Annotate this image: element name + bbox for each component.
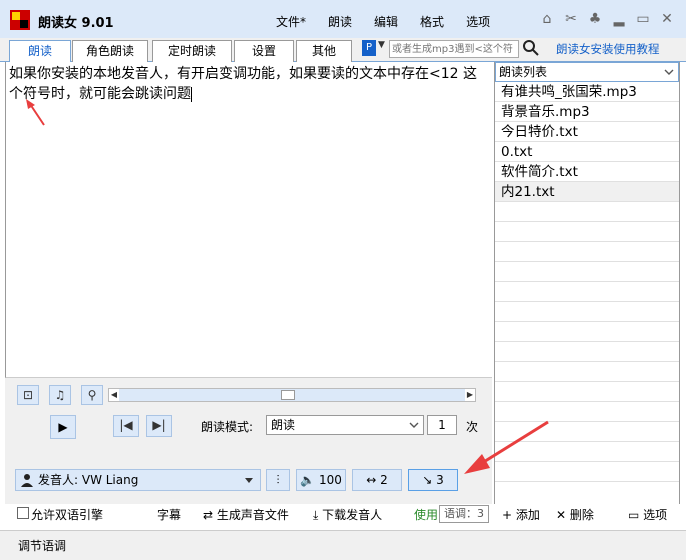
- tab-role-read[interactable]: 角色朗读: [72, 40, 148, 62]
- list-row-empty: [495, 282, 679, 302]
- app-title: 朗读女 9.01: [38, 16, 114, 31]
- tab-settings[interactable]: 设置: [234, 40, 294, 62]
- user-icon: [21, 474, 33, 487]
- annotation-arrow-icon: [464, 420, 549, 474]
- title-bar: 朗读女 9.01 文件* 朗读 编辑 格式 选项 ⌂ ✂ ♣ ▂ ▭ ✕: [0, 0, 686, 38]
- tab-read[interactable]: 朗读: [9, 40, 71, 63]
- list-item[interactable]: 今日特价.txt: [495, 122, 679, 142]
- maximize-icon[interactable]: ▭: [632, 9, 654, 29]
- add-button[interactable]: + 添加: [502, 506, 540, 523]
- menu-bar: 文件* 朗读 编辑 格式 选项: [276, 13, 512, 30]
- music-icon[interactable]: ♫: [49, 385, 71, 405]
- voice-select[interactable]: 发音人: VW Liang: [15, 469, 261, 491]
- next-button[interactable]: ▶|: [146, 415, 172, 437]
- slider-right-arrow-icon[interactable]: ▶: [465, 389, 475, 401]
- close-icon[interactable]: ✕: [656, 9, 678, 29]
- play-button[interactable]: ▶: [50, 415, 76, 439]
- list-row-empty: [495, 242, 679, 262]
- dual-engine-checkbox[interactable]: [17, 507, 29, 519]
- dropdown-arrow-icon[interactable]: ▼: [378, 40, 385, 50]
- dual-engine-label: 允许双语引擎: [31, 508, 104, 522]
- convert-icon: ⇄: [203, 508, 214, 522]
- list-row-empty: [495, 382, 679, 402]
- menu-format[interactable]: 格式: [420, 13, 444, 30]
- tab-other[interactable]: 其他: [296, 40, 352, 62]
- list-item[interactable]: 软件简介.txt: [495, 162, 679, 182]
- editor-text: 如果你安装的本地发音人，有开启变调功能，如果要读的文本中存在<12 这个符号时，…: [9, 66, 477, 102]
- menu-options[interactable]: 选项: [466, 13, 490, 30]
- delete-button[interactable]: ✕ 删除: [556, 506, 594, 523]
- import-icon[interactable]: ⊡: [17, 385, 39, 405]
- window-icon: ▭: [628, 508, 640, 522]
- plus-icon: +: [502, 508, 513, 522]
- shirt-icon[interactable]: ♣: [584, 9, 606, 29]
- menu-file[interactable]: 文件*: [276, 13, 306, 30]
- list-row-empty: [495, 362, 679, 382]
- menu-read[interactable]: 朗读: [328, 13, 352, 30]
- menu-edit[interactable]: 编辑: [374, 13, 398, 30]
- speed-control[interactable]: ↔ 2: [352, 469, 402, 491]
- list-row-empty: [495, 322, 679, 342]
- read-mode-select[interactable]: 朗读: [266, 415, 424, 435]
- voice-effect-icon[interactable]: ⫶: [266, 469, 290, 491]
- progress-slider[interactable]: ◀ ▶: [108, 388, 476, 402]
- chevron-down-icon: [245, 478, 253, 483]
- pitch-icon: ↘: [422, 473, 433, 487]
- list-item[interactable]: 0.txt: [495, 142, 679, 162]
- list-item[interactable]: 背景音乐.mp3: [495, 102, 679, 122]
- download-icon: ⤓: [313, 508, 319, 522]
- pin-icon[interactable]: P: [362, 40, 376, 56]
- download-voice-button[interactable]: ⤓ 下载发音人: [313, 506, 382, 523]
- annotation-arrow-icon: [26, 99, 45, 126]
- window-controls: ⌂ ✂ ♣ ▂ ▭ ✕: [534, 9, 678, 29]
- list-item[interactable]: 有谁共鸣_张国荣.mp3: [495, 82, 679, 102]
- list-row-empty: [495, 222, 679, 242]
- text-editor[interactable]: 如果你安装的本地发音人，有开启变调功能，如果要读的文本中存在<12 这个符号时，…: [5, 62, 492, 378]
- speaker-icon: 🔈: [300, 473, 316, 487]
- previous-button[interactable]: |◀: [113, 415, 139, 437]
- search-input[interactable]: [389, 40, 519, 58]
- microphone-icon[interactable]: ⚲: [81, 385, 103, 405]
- list-row-empty: [495, 342, 679, 362]
- pitch-control[interactable]: ↘ 3: [408, 469, 458, 491]
- volume-control[interactable]: 🔈 100: [296, 469, 346, 491]
- generate-audio-button[interactable]: ⇄ 生成声音文件: [203, 506, 289, 523]
- list-row-empty: [495, 302, 679, 322]
- subtitle-button[interactable]: 字幕: [157, 506, 181, 523]
- status-text: 调节语调: [18, 539, 67, 553]
- tab-timed-read[interactable]: 定时朗读: [152, 40, 232, 62]
- list-item[interactable]: 内21.txt: [495, 182, 679, 202]
- app-logo-icon: [10, 10, 30, 30]
- repeat-count-input[interactable]: 1: [427, 415, 457, 435]
- options-button[interactable]: ▭ 选项: [628, 506, 667, 523]
- speed-arrows-icon: ↔: [366, 473, 377, 487]
- read-mode-label: 朗读模式:: [201, 420, 254, 434]
- chevron-down-icon: [664, 69, 674, 75]
- slider-thumb[interactable]: [281, 390, 295, 400]
- close-icon: ✕: [556, 508, 567, 522]
- slider-left-arrow-icon[interactable]: ◀: [109, 389, 119, 401]
- playlist-header[interactable]: 朗读列表: [495, 62, 679, 82]
- list-row-empty: [495, 202, 679, 222]
- pitch-tooltip: 语调：3: [439, 505, 489, 523]
- wrench-icon[interactable]: ✂: [560, 9, 582, 29]
- list-row-empty: [495, 402, 679, 422]
- status-bar: 调节语调: [0, 530, 686, 560]
- text-caret: [191, 86, 192, 102]
- list-row-empty: [495, 262, 679, 282]
- use-label: 使用: [414, 508, 439, 522]
- chevron-down-icon: [409, 422, 419, 428]
- search-icon[interactable]: [522, 38, 540, 58]
- minimize-icon[interactable]: ▂: [608, 9, 630, 29]
- help-link[interactable]: 朗读女安装使用教程: [556, 41, 660, 57]
- home-icon[interactable]: ⌂: [536, 9, 558, 29]
